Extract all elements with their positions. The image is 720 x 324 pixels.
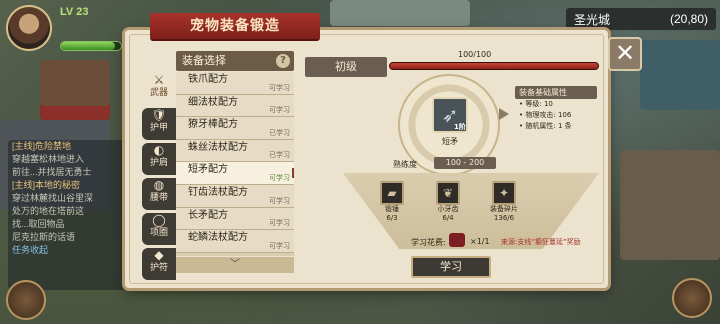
material-count: 6/3 (386, 214, 398, 222)
tab-weapon[interactable]: ⚔ 武器 (142, 73, 176, 105)
forge-level-count: 100/100 (458, 50, 492, 59)
arrow-right-icon (499, 108, 509, 120)
recipe-item[interactable]: 獠牙棒配方 已学习 (176, 117, 294, 140)
tab-label: 项圈 (149, 228, 168, 238)
quest-tracker[interactable]: [主线]危险禁地 穿越塞松林地进入 前往...并找居无勇士 [主线]本地的秘密 … (8, 140, 126, 290)
tab-shoulder[interactable]: ◐ 护肩 (142, 143, 176, 175)
dialog-title: 宠物装备锻造 (150, 13, 320, 39)
menu-button[interactable] (6, 280, 46, 320)
player-hp-bar (60, 41, 122, 51)
tab-amulet[interactable]: ◆ 护符 (142, 248, 176, 280)
item-name: 短矛 (442, 137, 458, 146)
material-slot[interactable]: ▰ 锻锤 6/3 (375, 181, 409, 222)
building (620, 150, 720, 260)
recipe-list: 铁爪配方 可学习 细法杖配方 可学习 獠牙棒配方 已学习 蛛丝法杖配方 已学习 … (176, 72, 294, 256)
recipe-item[interactable]: 长矛配方 可学习 (176, 207, 294, 231)
hammer-icon: ▰ (380, 181, 404, 205)
selected-marker (292, 168, 294, 179)
material-name: 小牙齿 (437, 205, 459, 213)
quest-collapse-button[interactable]: 任务收起 (8, 244, 126, 257)
learn-button[interactable]: 学习 (411, 256, 491, 278)
recipe-item[interactable]: 细法杖配方 可学习 (176, 94, 294, 118)
tab-label: 武器 (149, 88, 168, 98)
tab-label: 腰带 (149, 193, 168, 203)
material-name: 锻锤 (385, 205, 399, 213)
proficiency-label: 熟练度 (393, 160, 417, 169)
quest-line: 找...取回物品 (12, 219, 65, 229)
material-count: 6/4 (442, 214, 454, 222)
recipe-status: 可学习 (269, 196, 290, 205)
recipe-status: 可学习 (269, 219, 290, 228)
attribute-line: • 物理攻击: 106 (519, 111, 572, 119)
recipe-item-selected[interactable]: 短矛配方 可学习 (176, 162, 294, 185)
help-icon[interactable]: ? (276, 54, 290, 68)
recipe-status: 可学习 (269, 83, 290, 92)
building (640, 40, 720, 110)
recipe-item[interactable]: 钉齿法杖配方 可学习 (176, 184, 294, 208)
recipe-source: 来源:支线“癫狂蔓延”奖励 (501, 238, 581, 246)
recipe-status: 可学习 (269, 173, 290, 182)
tab-collar[interactable]: ◯ 项圈 (142, 213, 176, 245)
building (40, 60, 110, 120)
learn-cost-value: ×1/1 (470, 237, 490, 246)
chevron-down-icon[interactable]: ﹀ (176, 257, 294, 273)
item-tier-badge: 1阶 (454, 123, 466, 131)
shop-button[interactable] (672, 278, 712, 318)
tab-label: 护符 (149, 263, 168, 273)
recipe-item[interactable]: 蛛丝法杖配方 已学习 (176, 139, 294, 163)
recipe-status: 已学习 (269, 151, 290, 160)
coordinates: (20,80) (669, 12, 708, 26)
city-name: 圣光城 (574, 12, 611, 27)
forge-level-label: 初级 (305, 57, 387, 77)
tab-armor[interactable]: 🛡 护甲 (142, 108, 176, 140)
quest-line[interactable]: [主线]危险禁地 (8, 140, 126, 153)
player-avatar[interactable] (6, 5, 52, 51)
close-icon[interactable]: ✕ (608, 37, 642, 71)
fragment-icon: ✦ (492, 181, 516, 205)
material-slot[interactable]: ❦ 小牙齿 6/4 (431, 181, 465, 222)
list-header-label: 装备选择 (182, 54, 226, 67)
base-attributes-panel: 装备基础属性 • 等级: 10 • 物理攻击: 106 • 随机属性: 1 条 (515, 86, 597, 136)
recipe-list-header: 装备选择 ? (176, 51, 294, 71)
recipe-status: 可学习 (269, 241, 290, 250)
shoulder-icon: ◐ (153, 143, 165, 157)
quest-line: 穿越塞松林地进入 (12, 154, 85, 164)
learn-cost-label: 学习花费: (411, 238, 446, 247)
quest-line: 尼克拉斯的话语 (12, 232, 76, 242)
recipe-item[interactable]: 蛇鳞法杖配方 可学习 (176, 230, 294, 253)
location-display: 圣光城 (20,80) (566, 8, 716, 30)
proficiency-range: 100 - 200 (434, 157, 496, 169)
attribute-line: • 等级: 10 (519, 100, 553, 108)
recipe-status: 可学习 (269, 106, 290, 115)
sword-icon: ⚔ (153, 73, 165, 87)
quest-line: 处万的地在塔前这 (12, 206, 85, 216)
attribute-line: • 随机属性: 1 条 (519, 122, 572, 130)
belt-icon: ◍ (153, 178, 165, 192)
materials-row: ▰ 锻锤 6/3 ❦ 小牙齿 6/4 ✦ 装备碎片 136/6 (372, 181, 552, 233)
recipe-item[interactable]: 铁爪配方 可学习 (176, 72, 294, 95)
forge-level-progress-bar (389, 62, 599, 70)
quest-line: 穿过林麓找山谷里深 (12, 193, 94, 203)
armor-icon: 🛡 (151, 108, 167, 122)
attributes-title: 装备基础属性 (515, 86, 597, 99)
material-slot[interactable]: ✦ 装备碎片 136/6 (487, 181, 521, 222)
quest-line[interactable]: [主线]本地的秘密 (8, 179, 126, 192)
tab-label: 护肩 (149, 158, 168, 168)
player-level: LV 23 (60, 6, 89, 18)
category-tabs: ⚔ 武器 🛡 护甲 ◐ 护肩 ◍ 腰带 ◯ 项圈 ◆ 护符 (142, 70, 176, 282)
tab-label: 护甲 (149, 123, 168, 133)
tooth-icon: ❦ (436, 181, 460, 205)
forge-level-progress-fill (390, 63, 598, 69)
book-icon (449, 233, 465, 247)
quest-line: 前往...并找居无勇士 (12, 167, 92, 177)
collar-icon: ◯ (152, 213, 166, 227)
tab-belt[interactable]: ◍ 腰带 (142, 178, 176, 210)
recipe-status: 已学习 (269, 128, 290, 137)
amulet-icon: ◆ (154, 248, 164, 262)
material-name: 装备碎片 (490, 205, 518, 213)
material-count: 136/6 (493, 214, 515, 222)
building (330, 0, 470, 26)
